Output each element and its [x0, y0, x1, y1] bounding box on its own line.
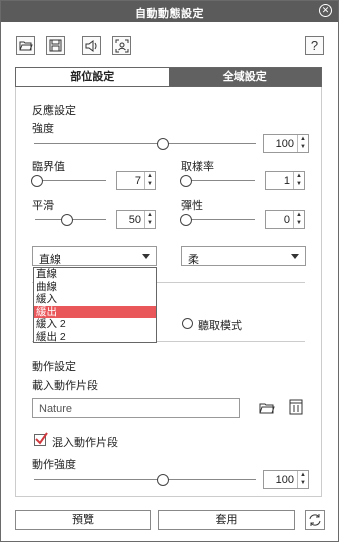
- sampling-slider[interactable]: [180, 175, 255, 187]
- action-strength-label: 動作強度: [32, 459, 76, 471]
- action-strength-slider[interactable]: [34, 474, 256, 486]
- curve-option[interactable]: 緩入: [34, 293, 156, 306]
- stepper-up-icon[interactable]: ▲: [298, 135, 308, 143]
- curve-option-highlighted[interactable]: 緩出: [34, 305, 156, 319]
- curve-option[interactable]: 曲線: [34, 281, 156, 294]
- save-button[interactable]: [46, 36, 65, 55]
- chevron-down-icon: [142, 254, 150, 259]
- delete-clip-button[interactable]: [286, 397, 306, 417]
- clip-name-field[interactable]: Nature: [32, 398, 240, 418]
- stepper-down-icon[interactable]: ▼: [298, 143, 308, 151]
- elastic-slider-thumb[interactable]: [180, 214, 193, 226]
- listen-mode-label: 聽取模式: [198, 320, 242, 332]
- stepper-up-icon[interactable]: ▲: [294, 172, 304, 180]
- help-button[interactable]: ?: [305, 36, 324, 55]
- tab-part-settings[interactable]: 部位設定: [16, 68, 169, 86]
- tab-bar: 部位設定 全域設定: [15, 67, 322, 87]
- elastic-label: 彈性: [181, 200, 203, 212]
- title-bar: 自動動態設定 ✕: [1, 1, 338, 22]
- listen-mode-radio[interactable]: [182, 318, 193, 329]
- strength-slider[interactable]: [34, 138, 256, 150]
- curve-select-value: 直線: [39, 254, 61, 266]
- threshold-stepper[interactable]: 7 ▲ ▼: [116, 171, 156, 190]
- sampling-stepper[interactable]: 1 ▲ ▼: [265, 171, 305, 190]
- face-capture-icon: [115, 39, 128, 52]
- refresh-icon: [309, 514, 321, 526]
- smooth-slider-thumb[interactable]: [60, 214, 73, 226]
- speaker-icon: [85, 39, 96, 52]
- trash-icon: [289, 399, 303, 415]
- action-strength-slider-thumb[interactable]: [156, 474, 169, 486]
- open-folder-button[interactable]: [16, 36, 35, 55]
- smooth-value: 50: [128, 214, 141, 226]
- smooth-stepper[interactable]: 50 ▲ ▼: [116, 210, 156, 229]
- stepper-up-icon[interactable]: ▲: [298, 471, 308, 479]
- sampling-label: 取樣率: [181, 161, 214, 173]
- strength-slider-thumb[interactable]: [156, 138, 169, 150]
- dialog-window: 自動動態設定 ✕ ? 部位設定 全域設定 反應設定 強度 100 ▲ ▼ 臨界值…: [0, 0, 339, 542]
- strength-label: 強度: [32, 123, 54, 135]
- checkmark-icon: [35, 432, 48, 445]
- face-capture-button[interactable]: [112, 36, 131, 55]
- curve-select[interactable]: 直線: [32, 246, 157, 266]
- stepper-up-icon[interactable]: ▲: [145, 172, 155, 180]
- stepper-up-icon[interactable]: ▲: [294, 211, 304, 219]
- curve-dropdown-list: 直線 曲線 緩入 緩出 緩入 2 緩出 2: [33, 267, 157, 343]
- audio-button[interactable]: [82, 36, 101, 55]
- curve-option[interactable]: 緩出 2: [34, 331, 156, 344]
- open-folder-icon: [259, 403, 275, 413]
- threshold-label: 臨界值: [32, 161, 65, 173]
- stepper-up-icon[interactable]: ▲: [145, 211, 155, 219]
- preview-button[interactable]: 預覽: [15, 510, 151, 530]
- apply-button[interactable]: 套用: [158, 510, 295, 530]
- sampling-slider-thumb[interactable]: [180, 175, 193, 187]
- elastic-value: 0: [283, 214, 290, 226]
- curve-option[interactable]: 直線: [34, 268, 156, 281]
- curve-option[interactable]: 緩入 2: [34, 318, 156, 331]
- reset-button[interactable]: [305, 510, 325, 530]
- stepper-down-icon[interactable]: ▼: [298, 479, 308, 487]
- chevron-down-icon: [291, 254, 299, 259]
- threshold-slider[interactable]: [31, 175, 106, 187]
- open-clip-button[interactable]: [257, 398, 277, 418]
- elastic-slider[interactable]: [180, 214, 255, 226]
- clip-name-value: Nature: [39, 403, 73, 415]
- stepper-down-icon[interactable]: ▼: [145, 180, 155, 188]
- action-strength-stepper[interactable]: 100 ▲ ▼: [263, 470, 309, 489]
- mix-clip-checkbox[interactable]: [34, 432, 48, 446]
- threshold-slider-thumb[interactable]: [31, 175, 44, 187]
- window-title: 自動動態設定: [135, 8, 204, 20]
- smooth-slider[interactable]: [35, 214, 106, 226]
- threshold-value: 7: [134, 175, 141, 187]
- mix-clip-label: 混入動作片段: [52, 437, 118, 449]
- soft-select-value: 柔: [188, 254, 199, 266]
- smooth-label: 平滑: [32, 200, 54, 212]
- close-icon[interactable]: ✕: [319, 4, 332, 17]
- tab-global-settings[interactable]: 全域設定: [168, 68, 321, 86]
- strength-stepper[interactable]: 100 ▲ ▼: [263, 134, 309, 153]
- save-icon: [49, 39, 62, 52]
- action-section-label: 動作設定: [32, 361, 76, 373]
- open-folder-icon: [19, 41, 33, 50]
- sampling-value: 1: [283, 175, 290, 187]
- stepper-down-icon[interactable]: ▼: [294, 180, 304, 188]
- action-strength-value: 100: [275, 474, 294, 486]
- stepper-down-icon[interactable]: ▼: [145, 219, 155, 227]
- elastic-stepper[interactable]: 0 ▲ ▼: [265, 210, 305, 229]
- stepper-down-icon[interactable]: ▼: [294, 219, 304, 227]
- soft-select[interactable]: 柔: [181, 246, 306, 266]
- strength-value: 100: [275, 138, 294, 150]
- load-clip-label: 載入動作片段: [32, 380, 98, 392]
- response-section-label: 反應設定: [32, 105, 76, 117]
